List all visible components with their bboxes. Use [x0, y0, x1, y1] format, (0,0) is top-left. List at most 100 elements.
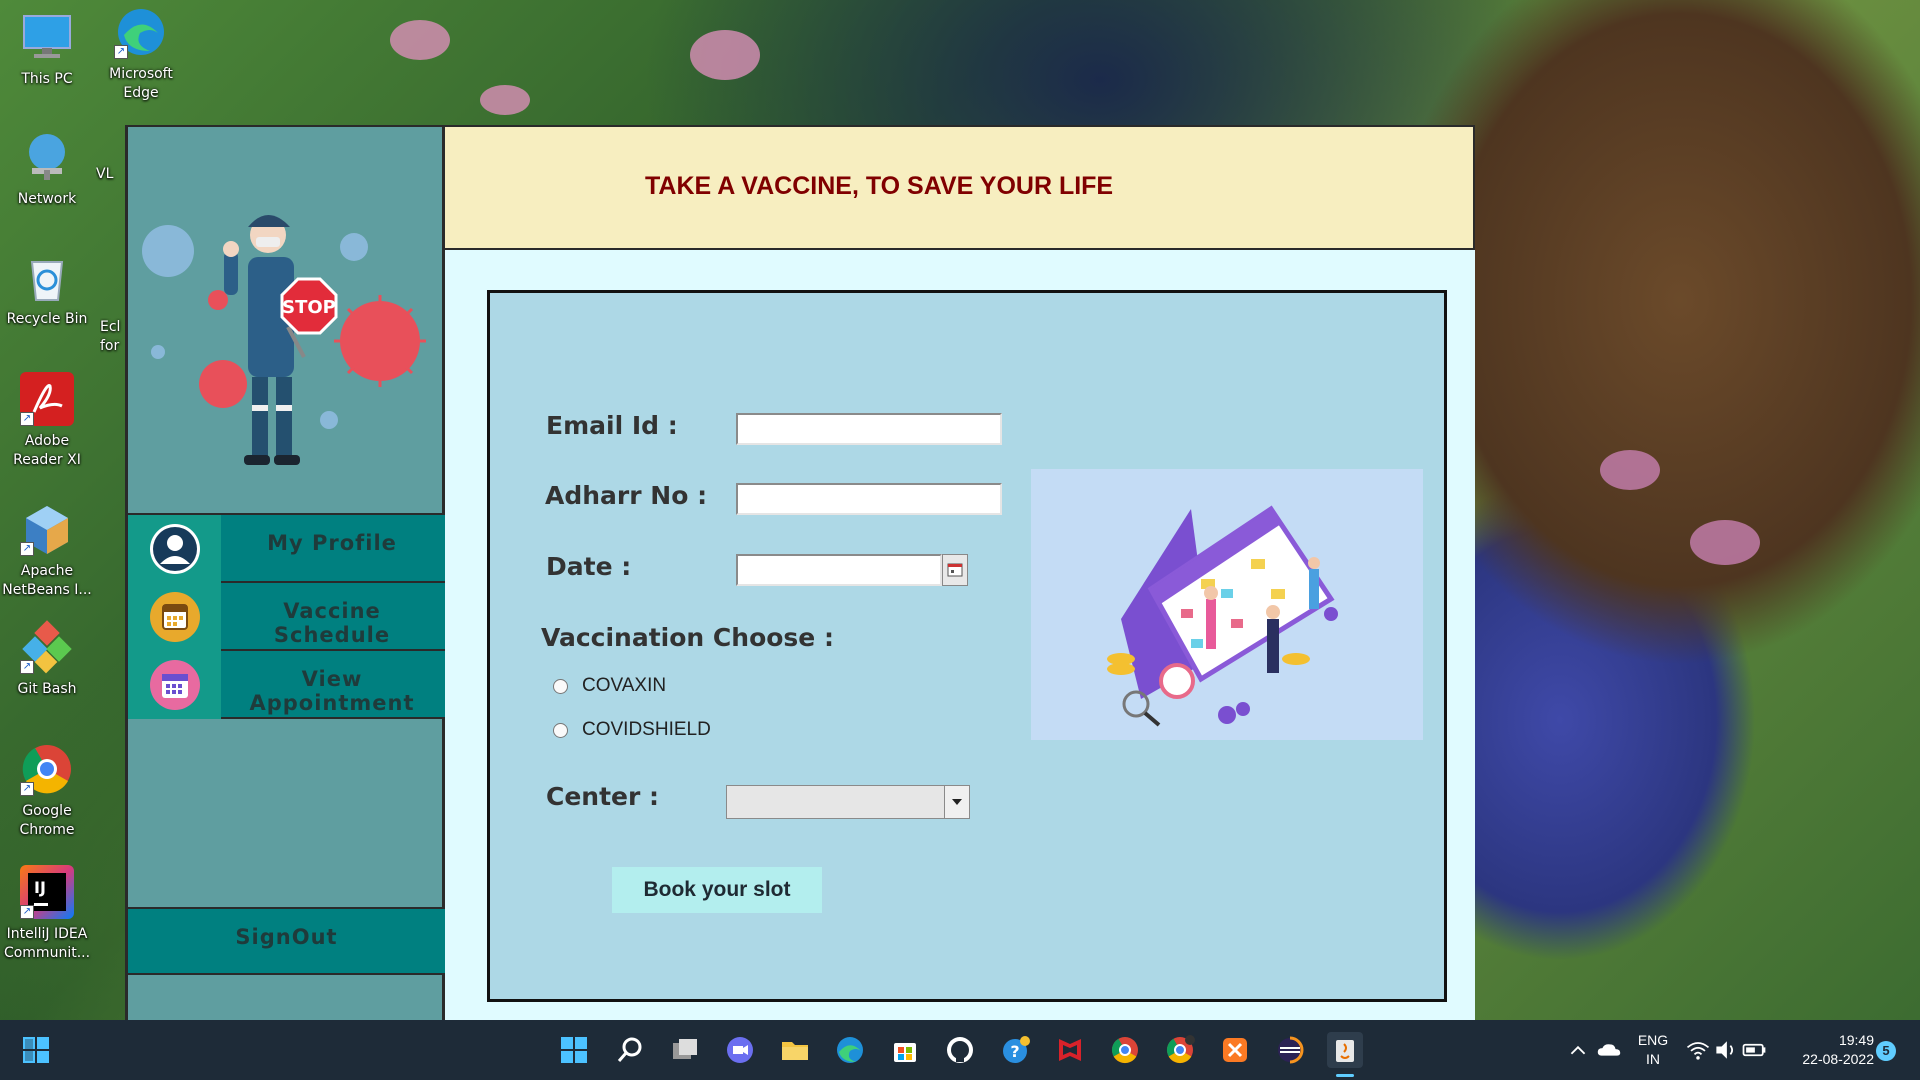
taskbar-file-explorer[interactable] [777, 1032, 813, 1068]
calendar-picker-icon [947, 563, 963, 577]
taskbar-store[interactable] [887, 1032, 923, 1068]
taskbar-mcafee[interactable] [1052, 1032, 1088, 1068]
taskbar-eclipse[interactable] [1272, 1032, 1308, 1068]
desktop-icon-network[interactable]: Network [2, 130, 92, 209]
clock-time: 19:49 [1838, 1032, 1874, 1048]
calendar-icon [128, 583, 221, 651]
tray-battery[interactable] [1740, 1032, 1768, 1068]
radio-label: COVAXIN [582, 675, 667, 696]
tray-volume[interactable] [1712, 1032, 1740, 1068]
taskbar-search[interactable] [612, 1032, 648, 1068]
desktop-icon-edge[interactable]: ↗ Microsoft Edge [96, 5, 186, 103]
taskbar: ? ENG IN 19:49 22-08-2022 5 [0, 1020, 1920, 1080]
desktop-icon-chrome[interactable]: ↗ Google Chrome [2, 742, 92, 840]
store-icon [894, 1043, 916, 1062]
desktop-icon-label: This PC [21, 71, 73, 87]
center-label: Center : [546, 782, 660, 811]
start-button[interactable] [18, 1032, 54, 1068]
speaker-icon [1716, 1041, 1733, 1059]
desktop-icon-intellij[interactable]: IJ ↗ IntelliJ IDEA Communit... [2, 865, 92, 963]
shortcut-arrow-icon: ↗ [20, 412, 34, 426]
menu-view-appointment[interactable]: View Appointment [128, 651, 445, 719]
appointment-icon [128, 651, 221, 719]
desktop-icon-label: IntelliJ IDEA Communit... [3, 926, 91, 961]
radio-covaxin[interactable]: COVAXIN [553, 675, 666, 697]
desktop-icon-adobe[interactable]: ↗ Adobe Reader XI [2, 372, 92, 470]
email-label: Email Id : [546, 411, 678, 440]
shortcut-arrow-icon: ↗ [20, 542, 34, 556]
taskbar-help[interactable]: ? [997, 1032, 1033, 1068]
desktop-icon-label: Adobe Reader XI [13, 433, 81, 468]
desktop-icon-this-pc[interactable]: This PC [2, 10, 92, 89]
email-field[interactable] [736, 413, 1002, 445]
clock-date: 22-08-2022 [1802, 1051, 1874, 1067]
desktop-icon-eclipse[interactable]: Ecl for [100, 318, 124, 356]
desktop-icon-label: Network [17, 191, 77, 207]
language-indicator[interactable]: ENG IN [1632, 1031, 1674, 1069]
eclipse-icon [1278, 1036, 1304, 1064]
java-icon [1336, 1040, 1354, 1062]
desktop-icon-label: Microsoft Edge [109, 66, 173, 101]
menu-item-label: My Profile [267, 531, 397, 555]
menu-vaccine-schedule[interactable]: Vaccine Schedule [128, 583, 445, 651]
shortcut-arrow-icon: ↗ [20, 905, 34, 919]
taskbar-chat[interactable] [722, 1032, 758, 1068]
desktop-icon-git-bash[interactable]: ↗ Git Bash [2, 620, 92, 699]
radio-label: COVIDSHIELD [582, 719, 711, 740]
menu-item-label: Vaccine Schedule [273, 599, 391, 647]
chrome-icon [1111, 1037, 1138, 1064]
tray-overflow-button[interactable] [1563, 1032, 1593, 1068]
region-code: IN [1646, 1051, 1660, 1067]
help-icon: ? [1003, 1036, 1030, 1063]
desktop-icon-label: VL [96, 166, 114, 182]
date-picker-button[interactable] [942, 554, 968, 586]
taskbar-task-view[interactable] [667, 1032, 703, 1068]
taskbar-xampp[interactable] [1217, 1032, 1253, 1068]
taskbar-edge[interactable] [832, 1032, 868, 1068]
adhar-label: Adharr No : [545, 481, 708, 510]
signout-button[interactable]: SignOut [128, 907, 445, 975]
tray-onedrive[interactable] [1594, 1032, 1624, 1068]
taskbar-github[interactable] [942, 1032, 978, 1068]
center-select[interactable] [726, 785, 970, 819]
tray-wifi[interactable] [1684, 1032, 1712, 1068]
desktop-icon-netbeans[interactable]: ↗ Apache NetBeans I... [2, 502, 92, 600]
sidebar: STOP My Profile Vaccine Schedule View Ap… [125, 125, 445, 1020]
menu-my-profile[interactable]: My Profile [128, 515, 445, 583]
calendar-illustration [1031, 469, 1423, 740]
edge-icon [837, 1037, 863, 1063]
wifi-icon [1686, 1042, 1710, 1060]
taskbar-windows-icon[interactable] [556, 1032, 592, 1068]
header-banner: TAKE A VACCINE, TO SAVE YOUR LIFE [445, 125, 1475, 250]
page-title: TAKE A VACCINE, TO SAVE YOUR LIFE [645, 172, 1114, 200]
shortcut-arrow-icon: ↗ [20, 782, 34, 796]
adhar-field[interactable] [736, 483, 1002, 515]
xampp-icon [1223, 1038, 1247, 1062]
hero-illustration: STOP [128, 127, 443, 515]
taskbar-chrome-profile[interactable] [1162, 1032, 1198, 1068]
chat-icon [727, 1037, 753, 1063]
clock[interactable]: 19:49 22-08-2022 [1784, 1031, 1874, 1069]
radio-covidshield[interactable]: COVIDSHIELD [553, 719, 711, 741]
monitor-icon [23, 15, 71, 58]
language-code: ENG [1637, 1032, 1669, 1048]
notification-badge[interactable]: 5 [1876, 1041, 1896, 1061]
radio-circle[interactable] [553, 722, 568, 738]
chevron-down-icon[interactable] [944, 786, 969, 818]
desktop-icon-recycle-bin[interactable]: Recycle Bin [2, 250, 92, 329]
shortcut-arrow-icon: ↗ [20, 660, 34, 674]
menu-item-label: View Appointment [249, 667, 415, 715]
desktop-icon-vlc[interactable]: VL [96, 165, 126, 184]
desktop-icon-label: Google Chrome [19, 803, 75, 838]
radio-circle[interactable] [553, 678, 568, 694]
windows-icon [561, 1037, 587, 1063]
taskbar-java-app[interactable] [1327, 1032, 1363, 1068]
shortcut-arrow-icon: ↗ [114, 45, 128, 59]
mcafee-icon [1059, 1039, 1081, 1061]
date-field[interactable] [736, 554, 942, 586]
cloud-icon [1597, 1044, 1621, 1056]
vaccination-label: Vaccination Choose : [541, 623, 834, 652]
taskbar-chrome[interactable] [1107, 1032, 1143, 1068]
book-slot-button[interactable]: Book your slot [612, 867, 822, 913]
battery-icon [1742, 1043, 1766, 1057]
